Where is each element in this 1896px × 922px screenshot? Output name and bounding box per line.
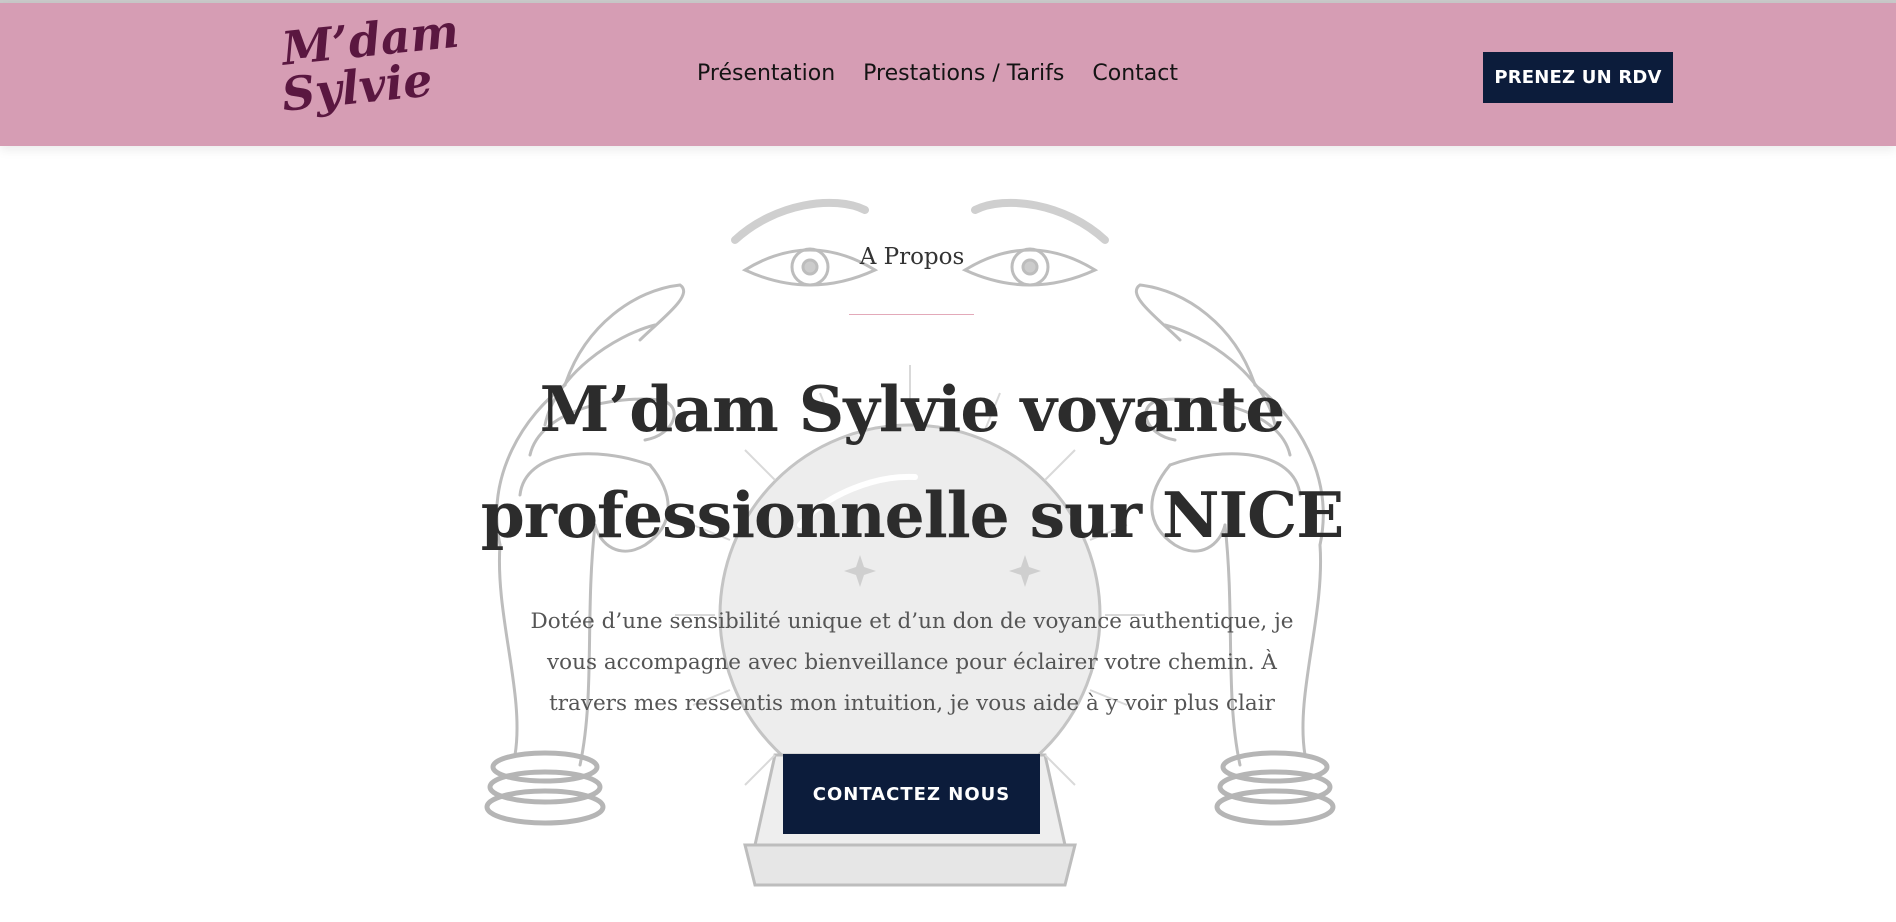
hero-description-line3: travers mes ressentis mon intuition, je … xyxy=(549,691,1275,716)
hero-headline-line1: M’dam Sylvie voyante xyxy=(539,372,1286,446)
book-appointment-button[interactable]: PRENEZ UN RDV xyxy=(1483,52,1673,103)
nav-item-prestations-tarifs[interactable]: Prestations / Tarifs xyxy=(863,59,1064,89)
site-header: M’dam Sylvie Présentation Prestations / … xyxy=(0,3,1896,146)
hero-description-line2: vous accompagne avec bienveillance pour … xyxy=(547,650,1277,675)
logo-text-line2: Sylvie xyxy=(279,52,435,122)
main-nav: Présentation Prestations / Tarifs Contac… xyxy=(697,59,1178,89)
hero-headline: M’dam Sylvie voyante professionnelle sur… xyxy=(462,356,1362,568)
site-logo[interactable]: M’dam Sylvie xyxy=(279,4,461,131)
pink-divider-line xyxy=(849,314,974,315)
section-kicker: A Propos xyxy=(859,244,965,270)
nav-item-contact[interactable]: Contact xyxy=(1092,59,1178,89)
hero-description: Dotée d’une sensibilité unique et d’un d… xyxy=(522,601,1302,724)
hero-description-line1: Dotée d’une sensibilité unique et d’un d… xyxy=(530,609,1294,634)
nav-item-presentation[interactable]: Présentation xyxy=(697,59,835,89)
contact-us-button[interactable]: CONTACTEZ NOUS xyxy=(783,754,1040,834)
hero-headline-line2: professionnelle sur NICE xyxy=(480,478,1345,552)
